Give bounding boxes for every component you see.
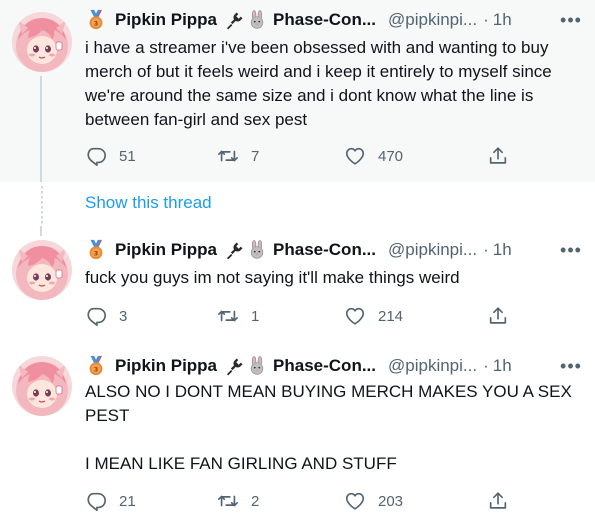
- more-icon[interactable]: •••: [560, 355, 581, 377]
- retweet-count: 2: [251, 492, 260, 510]
- separator-dot: ·: [483, 356, 489, 375]
- retweet-count: 7: [251, 147, 260, 165]
- display-name-suffix[interactable]: Phase-Con...: [273, 10, 376, 30]
- like-count: 470: [378, 147, 404, 165]
- tweet-text: ALSO NO I DONT MEAN BUYING MERCH MAKES Y…: [85, 382, 572, 473]
- retweet-icon: [217, 305, 239, 327]
- tweet[interactable]: Pipkin Pippa Phase-Con... @pipkinpi... ·…: [0, 0, 595, 182]
- reply-icon: [85, 305, 107, 327]
- timestamp[interactable]: 1h: [493, 240, 512, 260]
- like-button[interactable]: 470: [344, 145, 403, 167]
- tweet[interactable]: Pipkin Pippa Phase-Con... @pipkinpi... ·…: [0, 226, 595, 342]
- reply-count: 51: [119, 147, 136, 165]
- action-bar: 3 1 214: [85, 305, 515, 329]
- handle[interactable]: @pipkinpi...: [388, 240, 477, 260]
- reply-count: 21: [119, 492, 136, 510]
- share-button[interactable]: [487, 145, 509, 167]
- like-count: 203: [378, 492, 404, 510]
- share-button[interactable]: [487, 490, 509, 512]
- retweet-button[interactable]: 7: [217, 145, 259, 167]
- reply-button[interactable]: 21: [85, 490, 136, 512]
- share-button[interactable]: [487, 305, 509, 327]
- tweet-header: Pipkin Pippa Phase-Con... @pipkinpi... ·…: [85, 9, 581, 31]
- timestamp[interactable]: 1h: [493, 356, 512, 376]
- rabbit-icon: [247, 240, 267, 260]
- avatar[interactable]: [12, 240, 72, 300]
- display-name-suffix[interactable]: Phase-Con...: [273, 356, 376, 376]
- rabbit-icon: [247, 10, 267, 30]
- retweet-count: 1: [251, 307, 260, 325]
- action-bar: 51 7 470: [85, 145, 515, 169]
- tweet-text: i have a streamer i've been obsessed wit…: [85, 38, 557, 129]
- separator-dot: ·: [483, 240, 489, 259]
- more-icon[interactable]: •••: [560, 9, 581, 31]
- medal-icon: [85, 239, 107, 261]
- reply-count: 3: [119, 307, 128, 325]
- separator-dot: ·: [483, 10, 489, 29]
- retweet-icon: [217, 145, 239, 167]
- retweet-button[interactable]: 2: [217, 490, 259, 512]
- plug-icon: [225, 240, 245, 260]
- share-icon: [487, 305, 509, 327]
- action-bar: 21 2 203: [85, 490, 515, 514]
- tweet[interactable]: Pipkin Pippa Phase-Con... @pipkinpi... ·…: [0, 342, 595, 516]
- handle[interactable]: @pipkinpi...: [388, 10, 477, 30]
- retweet-icon: [217, 490, 239, 512]
- rabbit-icon: [247, 356, 267, 376]
- avatar[interactable]: [12, 356, 72, 416]
- share-icon: [487, 145, 509, 167]
- tweet-text: fuck you guys im not saying it'll make t…: [85, 268, 460, 287]
- heart-icon: [344, 305, 366, 327]
- reply-icon: [85, 490, 107, 512]
- medal-icon: [85, 355, 107, 377]
- reply-button[interactable]: 51: [85, 145, 136, 167]
- avatar[interactable]: [12, 12, 72, 72]
- share-icon: [487, 490, 509, 512]
- heart-icon: [344, 490, 366, 512]
- thread-dots: [41, 186, 43, 226]
- tweet-header: Pipkin Pippa Phase-Con... @pipkinpi... ·…: [85, 239, 581, 261]
- like-button[interactable]: 203: [344, 490, 403, 512]
- thread-line: [40, 76, 42, 182]
- display-name[interactable]: Pipkin Pippa: [115, 356, 217, 376]
- display-name[interactable]: Pipkin Pippa: [115, 240, 217, 260]
- display-name-suffix[interactable]: Phase-Con...: [273, 240, 376, 260]
- thread-line: [40, 226, 42, 236]
- plug-icon: [225, 10, 245, 30]
- more-icon[interactable]: •••: [560, 239, 581, 261]
- reply-icon: [85, 145, 107, 167]
- reply-button[interactable]: 3: [85, 305, 127, 327]
- timestamp[interactable]: 1h: [493, 10, 512, 30]
- retweet-button[interactable]: 1: [217, 305, 259, 327]
- tweet-header: Pipkin Pippa Phase-Con... @pipkinpi... ·…: [85, 355, 581, 377]
- display-name[interactable]: Pipkin Pippa: [115, 10, 217, 30]
- show-thread-link[interactable]: Show this thread: [85, 193, 212, 213]
- like-count: 214: [378, 307, 404, 325]
- heart-icon: [344, 145, 366, 167]
- handle[interactable]: @pipkinpi...: [388, 356, 477, 376]
- like-button[interactable]: 214: [344, 305, 403, 327]
- medal-icon: [85, 9, 107, 31]
- plug-icon: [225, 356, 245, 376]
